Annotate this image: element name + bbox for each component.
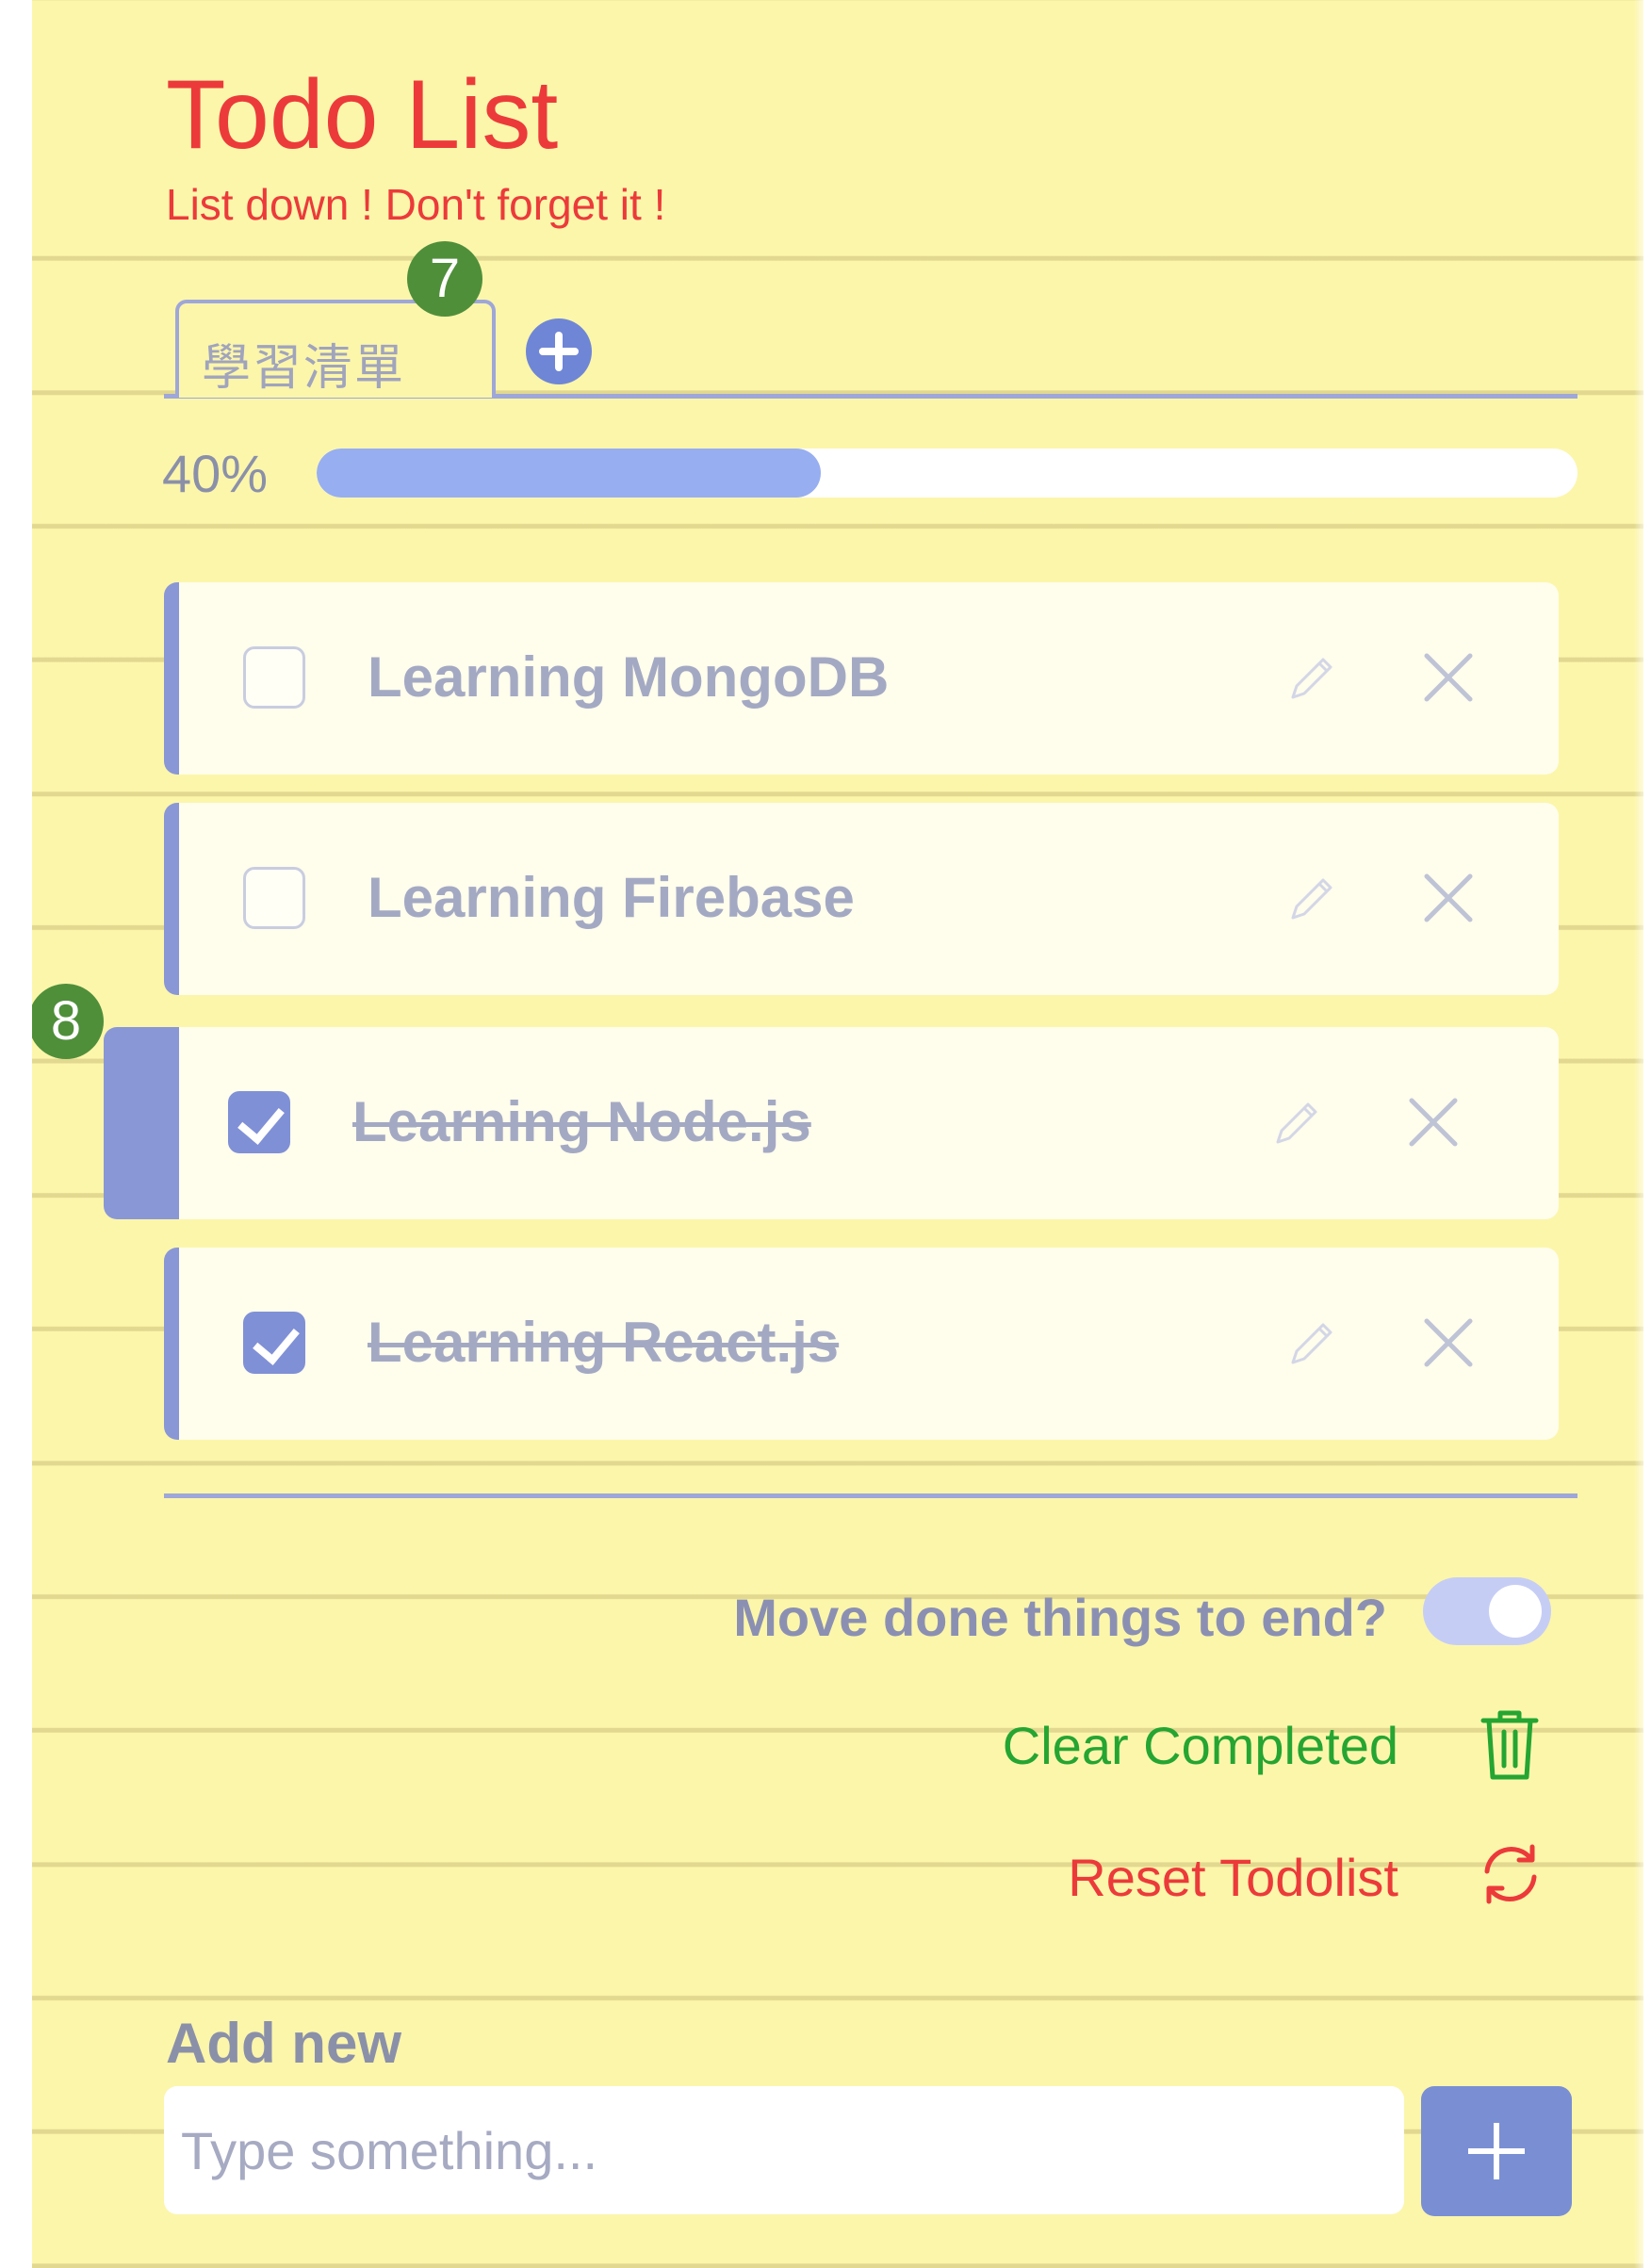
refresh-icon[interactable]: [1476, 1839, 1545, 1909]
annotation-badge-7: 7: [407, 241, 482, 317]
move-done-toggle[interactable]: [1423, 1577, 1551, 1645]
progress-fill: [317, 449, 822, 498]
add-new-button[interactable]: [1421, 2086, 1572, 2216]
paper-edge: [1634, 0, 1643, 2268]
toggle-knob: [1489, 1585, 1542, 1638]
pencil-icon[interactable]: [1282, 1313, 1342, 1374]
progress-percent: 40%: [162, 444, 269, 503]
pencil-icon[interactable]: [1267, 1093, 1327, 1153]
close-icon[interactable]: [1421, 650, 1476, 705]
todo-item-dragging[interactable]: Learning Node.js: [104, 1027, 1559, 1219]
trash-icon[interactable]: [1478, 1707, 1542, 1783]
todo-text: Learning Firebase: [368, 866, 855, 929]
move-done-label: Move done things to end?: [733, 1588, 1387, 1647]
todo-item[interactable]: Learning MongoDB: [164, 582, 1559, 775]
close-icon[interactable]: [1421, 1315, 1476, 1370]
todo-checkbox[interactable]: [243, 1312, 305, 1374]
page-title: Todo List: [166, 60, 559, 170]
annotation-badge-8: 8: [32, 984, 104, 1059]
page-subtitle: List down ! Don't forget it !: [166, 180, 666, 229]
list-divider: [164, 1493, 1577, 1498]
todo-text: Learning Node.js: [352, 1090, 811, 1153]
close-icon[interactable]: [1406, 1095, 1461, 1150]
todo-item[interactable]: Learning React.js: [164, 1248, 1559, 1440]
tab-label: 學習清單: [202, 341, 406, 396]
todo-item[interactable]: Learning Firebase: [164, 803, 1559, 995]
todo-checkbox[interactable]: [243, 646, 305, 709]
todo-checkbox[interactable]: [228, 1091, 290, 1153]
clear-completed-button[interactable]: Clear Completed: [1003, 1715, 1398, 1776]
add-new-label: Add new: [166, 2012, 401, 2075]
todo-checkbox[interactable]: [243, 867, 305, 929]
pencil-icon[interactable]: [1282, 869, 1342, 929]
todo-text: Learning React.js: [368, 1311, 840, 1374]
close-icon[interactable]: [1421, 871, 1476, 925]
progress-bar: [317, 449, 1577, 498]
drag-handle[interactable]: [104, 1027, 179, 1219]
add-tab-button[interactable]: [526, 318, 592, 384]
add-new-input[interactable]: [164, 2086, 1404, 2214]
reset-todolist-button[interactable]: Reset Todolist: [1068, 1847, 1398, 1908]
todo-text: Learning MongoDB: [368, 645, 890, 709]
todo-app: Todo List List down ! Don't forget it ! …: [32, 0, 1643, 2268]
pencil-icon[interactable]: [1282, 648, 1342, 709]
